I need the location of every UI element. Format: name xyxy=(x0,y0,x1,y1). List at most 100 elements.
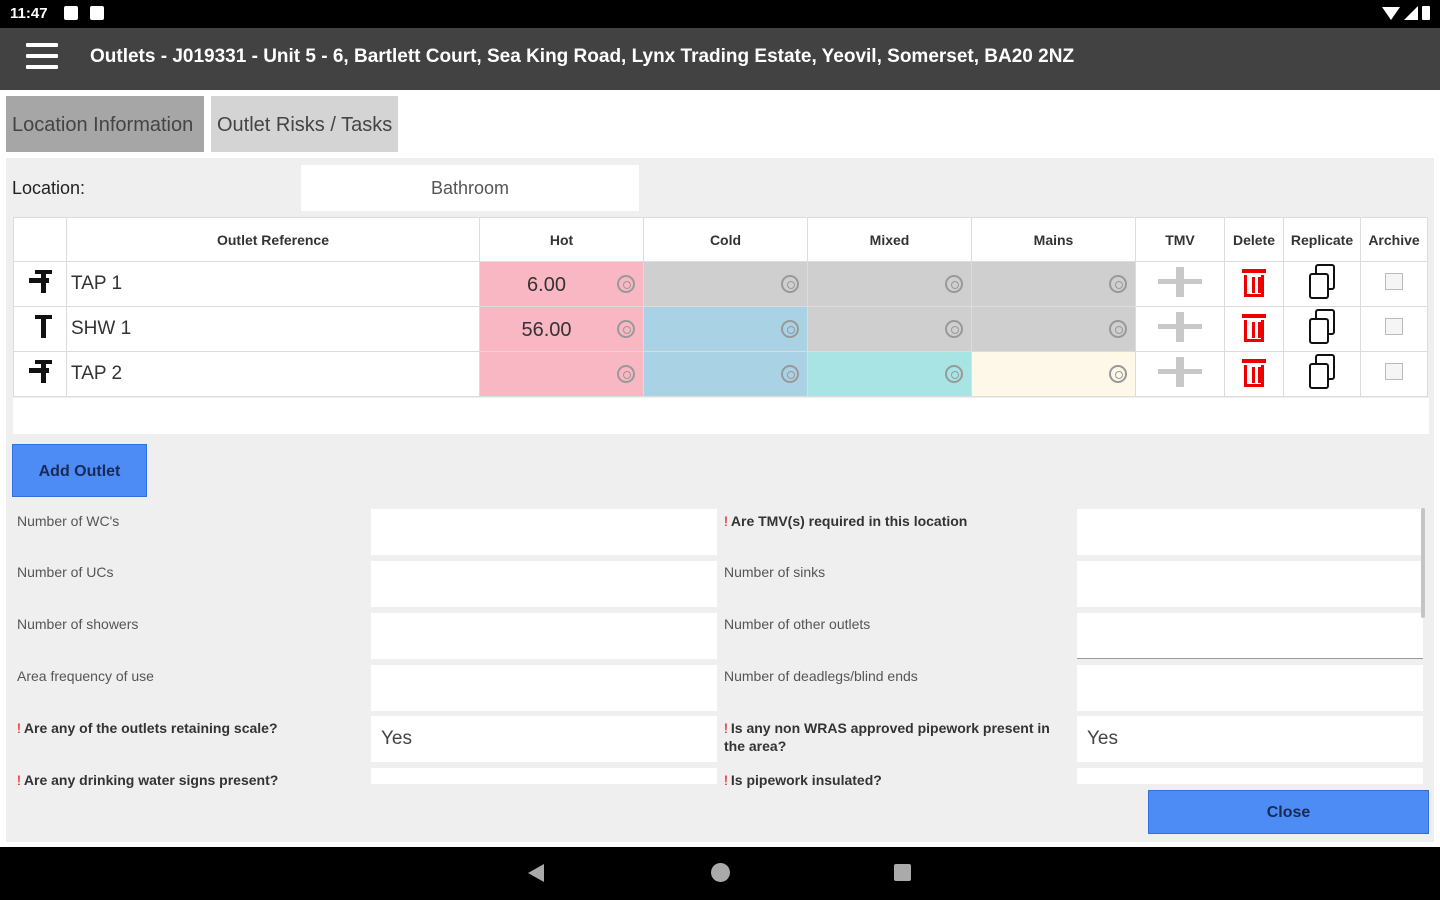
mains-cell[interactable] xyxy=(971,306,1136,352)
menu-icon[interactable] xyxy=(26,43,58,71)
gear-icon[interactable] xyxy=(617,275,635,293)
mains-cell[interactable] xyxy=(971,351,1136,397)
status-time: 11:47 xyxy=(10,5,48,22)
replicate-icon[interactable] xyxy=(1307,308,1337,345)
tap-icon xyxy=(13,351,67,397)
mixed-cell[interactable] xyxy=(807,351,972,397)
gear-icon[interactable] xyxy=(617,365,635,383)
gear-icon[interactable] xyxy=(781,365,799,383)
location-field[interactable]: Bathroom xyxy=(301,165,639,211)
hot-cell[interactable] xyxy=(479,351,644,397)
outlets-table: Outlet Reference Hot Cold Mixed Mains TM… xyxy=(13,217,1428,397)
num-wcs-label: Number of WC's xyxy=(17,513,120,529)
tmv-cell[interactable] xyxy=(1135,261,1225,307)
gear-icon[interactable] xyxy=(945,320,963,338)
header-icon-column xyxy=(13,217,67,262)
num-sinks-field[interactable] xyxy=(1077,561,1423,607)
hot-value: 6.00 xyxy=(527,274,566,296)
tab-location-information[interactable]: Location Information xyxy=(6,96,204,152)
header-delete: Delete xyxy=(1224,217,1284,262)
gear-icon[interactable] xyxy=(781,275,799,293)
table-row[interactable]: SHW 1 56.00 xyxy=(13,306,1428,352)
drinking-signs-field[interactable] xyxy=(371,768,717,784)
add-outlet-button[interactable]: Add Outlet xyxy=(12,444,147,497)
table-header-row: Outlet Reference Hot Cold Mixed Mains TM… xyxy=(13,217,1428,262)
num-showers-field[interactable] xyxy=(371,613,717,659)
archive-cell[interactable] xyxy=(1360,261,1428,307)
header-tmv: TMV xyxy=(1135,217,1225,262)
delete-icon[interactable] xyxy=(1242,312,1266,342)
table-row[interactable]: TAP 2 xyxy=(13,351,1428,397)
form-scrollbar[interactable] xyxy=(1421,508,1425,618)
tmv-cell[interactable] xyxy=(1135,351,1225,397)
delete-icon[interactable] xyxy=(1242,267,1266,297)
replicate-cell[interactable] xyxy=(1283,261,1361,307)
tmv-icon[interactable] xyxy=(1158,356,1202,387)
insulated-label: ! Is pipework insulated? xyxy=(724,771,1069,789)
delete-cell[interactable] xyxy=(1224,306,1284,352)
table-row[interactable]: TAP 1 6.00 xyxy=(13,261,1428,307)
gear-icon[interactable] xyxy=(945,275,963,293)
archive-cell[interactable] xyxy=(1360,351,1428,397)
mains-cell[interactable] xyxy=(971,261,1136,307)
header-mains: Mains xyxy=(971,217,1136,262)
battery-icon xyxy=(1422,6,1430,20)
num-ucs-field[interactable] xyxy=(371,561,717,607)
gear-icon[interactable] xyxy=(617,320,635,338)
cold-cell[interactable] xyxy=(643,261,808,307)
recent-apps-icon[interactable] xyxy=(894,864,911,881)
archive-checkbox[interactable] xyxy=(1385,318,1403,335)
num-sinks-label: Number of sinks xyxy=(724,564,826,580)
archive-checkbox[interactable] xyxy=(1385,363,1403,380)
outlet-reference-cell[interactable]: TAP 1 xyxy=(66,261,480,307)
delete-icon[interactable] xyxy=(1242,357,1266,387)
delete-cell[interactable] xyxy=(1224,261,1284,307)
signal-icon xyxy=(1404,6,1418,20)
wras-text: Is any non WRAS approved pipework presen… xyxy=(724,720,1050,754)
tmv-icon[interactable] xyxy=(1158,311,1202,342)
tmv-required-field[interactable] xyxy=(1077,509,1423,555)
num-showers-label: Number of showers xyxy=(17,616,139,632)
wras-field[interactable]: Yes xyxy=(1077,716,1423,762)
outlet-reference-cell[interactable]: TAP 2 xyxy=(66,351,480,397)
back-icon[interactable] xyxy=(528,864,544,882)
archive-checkbox[interactable] xyxy=(1385,273,1403,290)
required-marker: ! xyxy=(724,513,728,529)
mixed-cell[interactable] xyxy=(807,261,972,307)
replicate-cell[interactable] xyxy=(1283,306,1361,352)
archive-cell[interactable] xyxy=(1360,306,1428,352)
header-cold: Cold xyxy=(643,217,808,262)
cold-cell[interactable] xyxy=(643,351,808,397)
status-system-icons xyxy=(1382,6,1430,20)
hot-cell[interactable]: 6.00 xyxy=(479,261,644,307)
replicate-cell[interactable] xyxy=(1283,351,1361,397)
gear-icon[interactable] xyxy=(1109,275,1127,293)
header-outlet-reference: Outlet Reference xyxy=(66,217,480,262)
tap-icon xyxy=(13,261,67,307)
num-deadlegs-field[interactable] xyxy=(1077,665,1423,711)
tmv-icon[interactable] xyxy=(1158,266,1202,297)
mixed-cell[interactable] xyxy=(807,306,972,352)
delete-cell[interactable] xyxy=(1224,351,1284,397)
hot-cell[interactable]: 56.00 xyxy=(479,306,644,352)
navigation-bar xyxy=(0,847,1440,900)
replicate-icon[interactable] xyxy=(1307,353,1337,390)
gear-icon[interactable] xyxy=(945,365,963,383)
tab-outlet-risks-tasks[interactable]: Outlet Risks / Tasks xyxy=(211,96,398,152)
insulated-field[interactable] xyxy=(1077,768,1423,784)
num-other-outlets-field[interactable] xyxy=(1077,613,1423,659)
num-wcs-field[interactable] xyxy=(371,509,717,555)
gear-icon[interactable] xyxy=(781,320,799,338)
sd-card-icon xyxy=(90,6,104,20)
close-button[interactable]: Close xyxy=(1148,790,1429,834)
outlet-reference-cell[interactable]: SHW 1 xyxy=(66,306,480,352)
home-icon[interactable] xyxy=(711,863,730,882)
gear-icon[interactable] xyxy=(1109,365,1127,383)
header-hot: Hot xyxy=(479,217,644,262)
cold-cell[interactable] xyxy=(643,306,808,352)
tmv-cell[interactable] xyxy=(1135,306,1225,352)
replicate-icon[interactable] xyxy=(1307,263,1337,300)
gear-icon[interactable] xyxy=(1109,320,1127,338)
area-frequency-field[interactable] xyxy=(371,665,717,711)
retaining-scale-field[interactable]: Yes xyxy=(371,716,717,762)
